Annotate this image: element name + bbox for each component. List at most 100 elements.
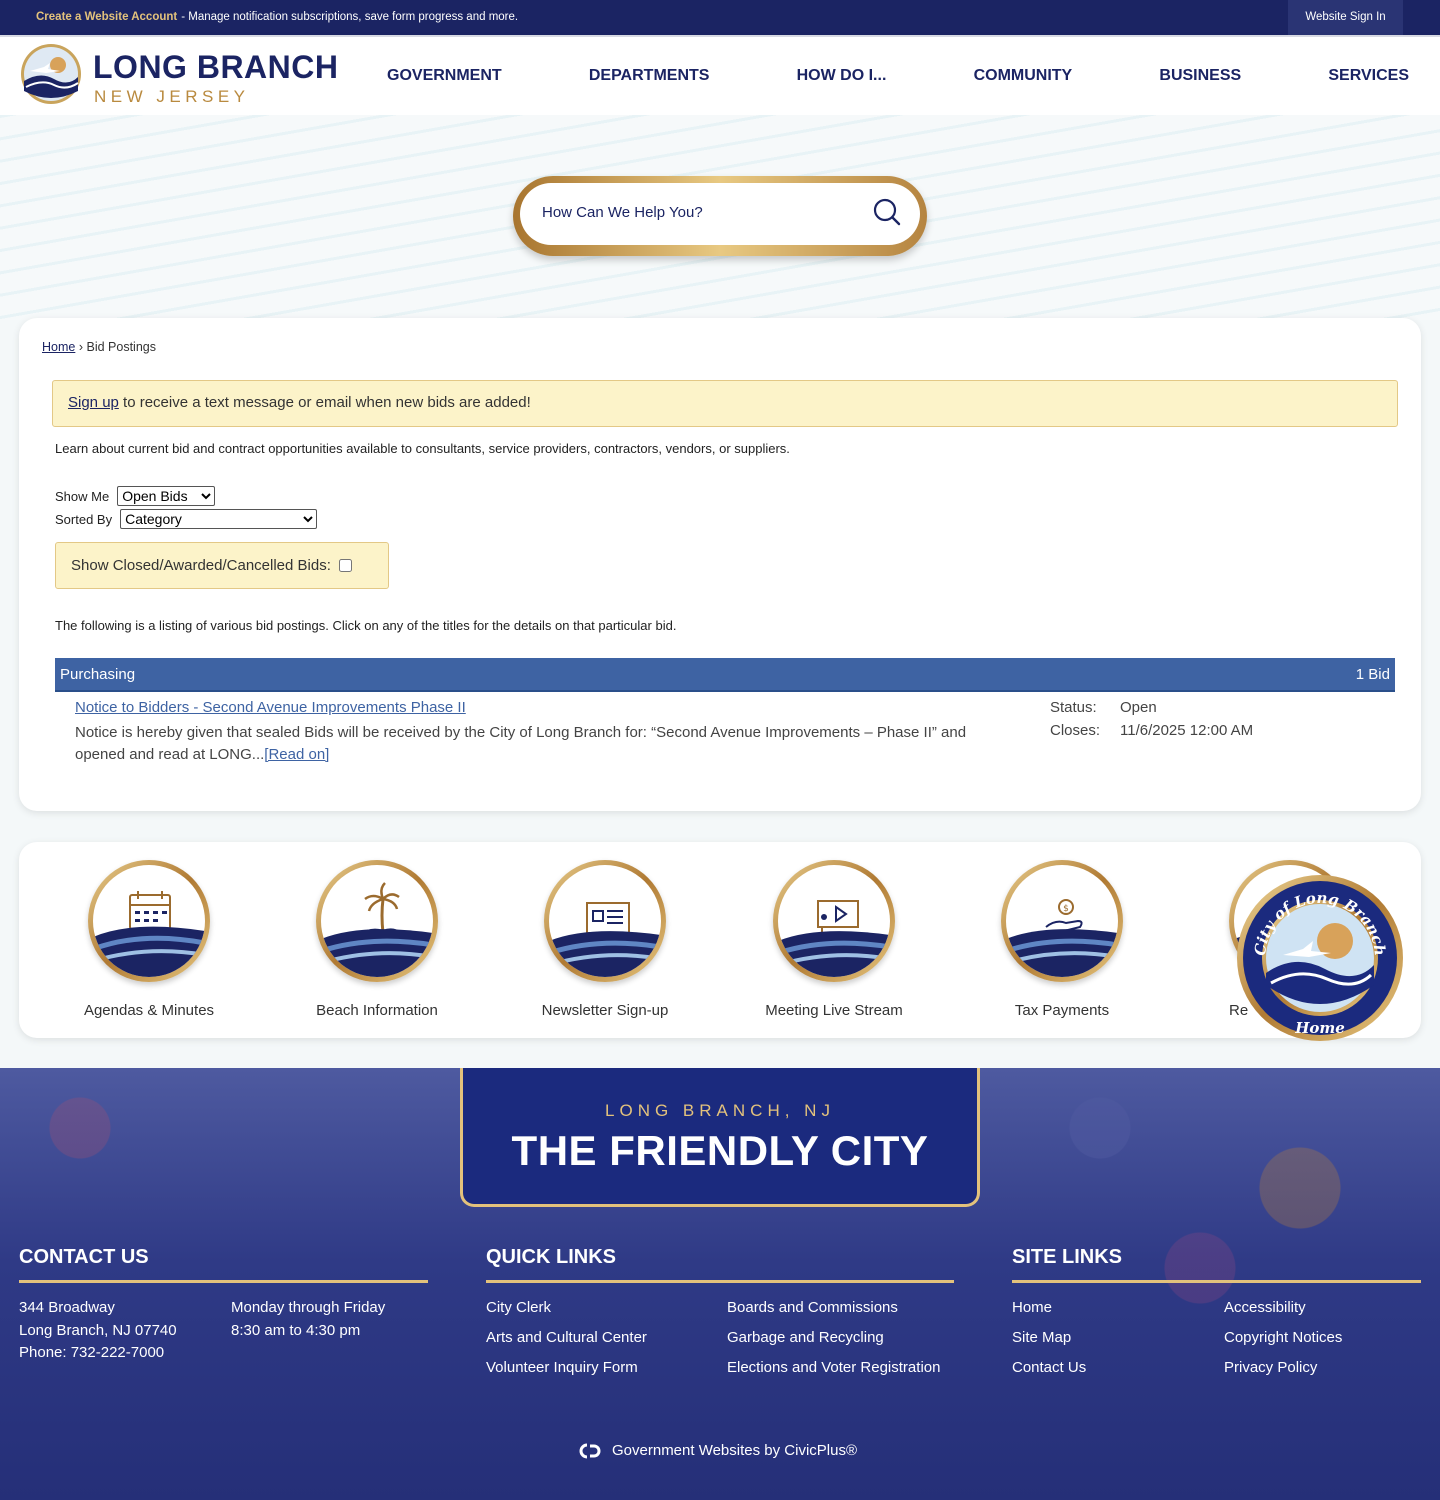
bid-title-link[interactable]: Notice to Bidders - Second Avenue Improv… — [75, 699, 466, 716]
contact-hours-days: Monday through Friday — [231, 1299, 386, 1316]
svg-text:$: $ — [1063, 904, 1069, 914]
footer-link-garbage[interactable]: Garbage and Recycling — [727, 1323, 940, 1353]
bid-status-row: Status: Open — [1050, 699, 1253, 722]
quick-icon-label: Tax Payments — [1014, 1002, 1110, 1019]
bid-status-label: Status: — [1050, 699, 1097, 716]
quick-icon-beach[interactable]: Beach Information — [277, 860, 477, 1019]
footer-link-home[interactable]: Home — [1012, 1293, 1224, 1323]
civicplus-text: Government Websites by CivicPlus® — [612, 1442, 858, 1459]
newsletter-icon — [549, 902, 661, 977]
search-button[interactable] — [872, 197, 902, 227]
city-seal-icon — [21, 44, 81, 104]
tagline-title: THE FRIENDLY CITY — [511, 1127, 929, 1174]
footer-link-accessibility[interactable]: Accessibility — [1224, 1293, 1342, 1323]
create-account-link[interactable]: Create a Website Account — [36, 11, 177, 23]
bid-postings-card: Home › Bid Postings Sign up to receive a… — [19, 318, 1421, 811]
bid-closes-value: 11/6/2025 12:00 AM — [1120, 722, 1254, 739]
city-seal-home-icon: City of Long Branch Home — [1237, 875, 1403, 1041]
footer-link-site-map[interactable]: Site Map — [1012, 1323, 1224, 1353]
footer-link-volunteer-form[interactable]: Volunteer Inquiry Form — [486, 1353, 727, 1383]
signup-link[interactable]: Sign up — [68, 394, 119, 411]
contact-address-line2: Long Branch, NJ 07740 — [19, 1321, 177, 1339]
footer-site-links-title: SITE LINKS — [1012, 1246, 1421, 1283]
bid-closes-label: Closes: — [1050, 722, 1101, 739]
nav-government[interactable]: GOVERNMENT — [387, 67, 502, 85]
footer-link-copyright[interactable]: Copyright Notices — [1224, 1323, 1342, 1353]
logo-state-name: NEW JERSEY — [94, 87, 250, 106]
category-name: Purchasing — [60, 666, 136, 683]
quick-icon-label: Agendas & Minutes — [83, 1002, 215, 1019]
footer-quick-links: QUICK LINKS City Clerk Arts and Cultural… — [486, 1246, 954, 1383]
nav-how-do-i[interactable]: HOW DO I... — [797, 67, 887, 85]
footer-link-elections[interactable]: Elections and Voter Registration — [727, 1353, 940, 1383]
search-input[interactable] — [542, 199, 842, 225]
sorted-by-row: Sorted By Category — [55, 509, 318, 529]
signup-alert: Sign up to receive a text message or ema… — [52, 380, 1398, 427]
quick-icon-label: Newsletter Sign-up — [541, 1002, 669, 1019]
footer-link-contact-us[interactable]: Contact Us — [1012, 1353, 1224, 1383]
footer-link-privacy[interactable]: Privacy Policy — [1224, 1353, 1342, 1383]
show-closed-checkbox[interactable] — [338, 559, 352, 572]
nav-community[interactable]: COMMUNITY — [974, 67, 1073, 85]
nav-services[interactable]: SERVICES — [1328, 67, 1409, 85]
bid-status-value: Open — [1120, 699, 1157, 716]
bid-meta: Status: Open Closes: 11/6/2025 12:00 AM — [1050, 699, 1253, 745]
footer-contact-us: CONTACT US 344 Broadway Long Branch, NJ … — [19, 1246, 428, 1365]
contact-hours-time: 8:30 am to 4:30 pm — [231, 1321, 361, 1339]
show-me-select[interactable]: Open Bids — [117, 486, 216, 506]
nav-departments[interactable]: DEPARTMENTS — [589, 67, 710, 85]
breadcrumb-home-link[interactable]: Home — [42, 340, 75, 354]
quick-icon-circle — [88, 860, 210, 982]
site-logo[interactable]: LONG BRANCH NEW JERSEY — [20, 43, 350, 109]
breadcrumb-current: Bid Postings — [86, 340, 156, 354]
home-seal-button[interactable]: City of Long Branch Home — [1235, 873, 1405, 1043]
quick-icon-agendas[interactable]: Agendas & Minutes — [49, 860, 249, 1019]
signup-alert-text: to receive a text message or email when … — [118, 394, 531, 411]
footer-link-city-clerk[interactable]: City Clerk — [486, 1293, 727, 1323]
contact-phone: Phone: 732-222-7000 — [19, 1344, 165, 1361]
bid-closes-row: Closes: 11/6/2025 12:00 AM — [1050, 722, 1253, 745]
show-closed-box: Show Closed/Awarded/Cancelled Bids: — [55, 542, 389, 589]
quick-icon-live-stream[interactable]: Meeting Live Stream — [734, 860, 934, 1019]
intro-text: Learn about current bid and contract opp… — [55, 441, 790, 456]
hand-dollar-icon: $ — [1006, 899, 1118, 977]
quick-icon-newsletter[interactable]: Newsletter Sign-up — [505, 860, 705, 1019]
civicplus-credit[interactable]: Government Websites by CivicPlus® — [578, 1442, 857, 1459]
site-header: LONG BRANCH NEW JERSEY GOVERNMENT DEPART… — [0, 35, 1440, 115]
footer-quick-links-title: QUICK LINKS — [486, 1246, 954, 1283]
top-utility-bar: Create a Website Account - Manage notific… — [0, 0, 1440, 35]
sorted-by-select[interactable]: Category — [120, 509, 318, 529]
category-header: Purchasing 1 Bid — [55, 658, 1395, 692]
footer-link-arts-center[interactable]: Arts and Cultural Center — [486, 1323, 727, 1353]
hero-banner — [0, 115, 1440, 320]
show-closed-label: Show Closed/Awarded/Cancelled Bids: — [71, 557, 331, 574]
footer-contact-title: CONTACT US — [19, 1246, 428, 1283]
tagline-location: LONG BRANCH, NJ — [605, 1101, 835, 1120]
breadcrumb-separator: › — [78, 340, 83, 354]
show-me-row: Show Me Open Bids — [55, 486, 216, 506]
quick-icon-label: Meeting Live Stream — [765, 1002, 903, 1019]
palm-tree-icon — [321, 882, 433, 977]
quick-icons-card: Agendas & Minutes Beach Information News… — [19, 842, 1421, 1038]
bid-description: Notice is hereby given that sealed Bids … — [75, 722, 1015, 766]
tagline-box: LONG BRANCH, NJ THE FRIENDLY CITY — [460, 1068, 980, 1207]
bid-item: Notice to Bidders - Second Avenue Improv… — [75, 699, 1395, 766]
footer-link-boards[interactable]: Boards and Commissions — [727, 1293, 940, 1323]
main-navigation: GOVERNMENT DEPARTMENTS HOW DO I... COMMU… — [367, 37, 1427, 115]
create-account-line: Create a Website Account - Manage notific… — [36, 11, 518, 23]
contact-address-line1: 344 Broadway — [19, 1299, 115, 1316]
create-account-text: - Manage notification subscriptions, sav… — [181, 11, 519, 23]
show-me-label: Show Me — [55, 488, 110, 504]
website-sign-in-button[interactable]: Website Sign In — [1288, 0, 1403, 35]
search-box — [513, 176, 927, 256]
nav-business[interactable]: BUSINESS — [1159, 67, 1241, 85]
sorted-by-label: Sorted By — [55, 511, 113, 527]
search-icon — [873, 198, 901, 226]
breadcrumb: Home › Bid Postings — [42, 340, 156, 354]
civicplus-logo-icon — [579, 1443, 601, 1458]
quick-icon-tax-payments[interactable]: $ Tax Payments — [962, 860, 1162, 1019]
seal-home-label: Home — [1294, 1019, 1345, 1037]
quick-icon-circle: $ — [1001, 860, 1123, 982]
presentation-icon — [778, 900, 890, 977]
read-on-link[interactable]: [Read on] — [264, 746, 329, 763]
